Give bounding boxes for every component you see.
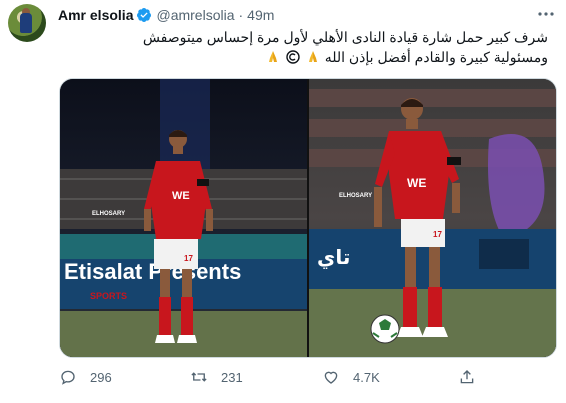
folded-hands-icon [308,51,317,62]
tweet-timestamp[interactable]: 49m [247,7,274,23]
right-jersey-sponsor: WE [407,176,426,190]
tweet-line-2-text: ومسئولية كبيرة والقادم أفضل بإذن الله [324,49,548,65]
left-photo[interactable]: Etisalat Presents SPORTS ELHOSARY WE 17 [60,79,307,357]
heart-icon [324,371,338,384]
left-watermark: ELHOSARY [92,211,125,217]
tweet-text: شرف كبير حمل شارة قيادة النادى الأهلي لأ… [58,27,548,67]
avatar[interactable] [8,4,46,42]
tweet[interactable]: Amr elsolia @amrelsolia · 49m شرف كبير ح… [0,0,566,403]
tweet-header: Amr elsolia @amrelsolia · 49m [58,6,274,24]
right-sponsor-text: تاي [317,245,350,270]
right-watermark: ELHOSARY [339,193,372,199]
copyright-icon [286,50,300,64]
retweet-count: 231 [221,369,243,385]
right-shorts-number: 17 [433,230,442,239]
left-sponsor-sub: SPORTS [90,291,127,301]
left-sponsor-text: Etisalat Presents [64,259,241,284]
retweet-button[interactable]: 231 [190,368,243,386]
tweet-actions: 296 231 4.7K [59,368,479,392]
share-icon [460,370,474,384]
author-handle[interactable]: @amrelsolia [156,7,234,23]
left-jersey-sponsor: WE [172,190,190,202]
left-photo-image: Etisalat Presents SPORTS ELHOSARY WE 17 [60,79,307,357]
like-count: 4.7K [353,369,380,385]
folded-hands-icon [269,51,278,62]
tweet-media[interactable]: Etisalat Presents SPORTS ELHOSARY WE 17 … [59,78,557,358]
left-shorts-number: 17 [184,254,193,263]
avatar-figure [20,13,32,33]
reply-count: 296 [90,369,112,385]
reply-icon [61,370,75,385]
like-button[interactable]: 4.7K [322,368,380,386]
tweet-line-1: شرف كبير حمل شارة قيادة النادى الأهلي لأ… [142,29,548,45]
header-separator: · [238,7,244,23]
verified-badge-icon [137,8,152,22]
football [370,314,400,344]
tweet-line-2: ومسئولية كبيرة والقادم أفضل بإذن الله [58,47,548,67]
reply-button[interactable]: 296 [59,368,112,386]
author-name[interactable]: Amr elsolia [58,7,133,23]
right-photo[interactable]: تاي ELHOSARY WE 17 [309,79,556,357]
right-photo-image: تاي ELHOSARY WE 17 [309,79,556,357]
share-button[interactable] [458,368,476,386]
more-options-icon[interactable] [536,6,556,22]
retweet-icon [191,372,207,382]
